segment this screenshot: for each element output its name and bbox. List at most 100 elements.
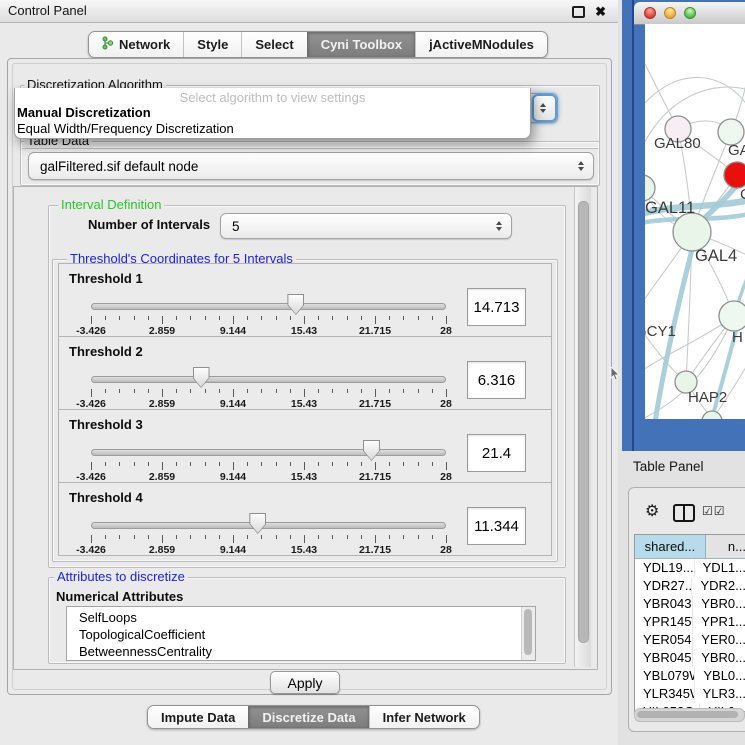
attributes-scrollbar-thumb[interactable] [524, 609, 532, 655]
tab-network[interactable]: Network [89, 32, 183, 57]
control-panel: Control Panel ✖ NetworkStyleSelectCyni T… [0, 0, 618, 745]
tick-mark [105, 462, 106, 466]
tick-mark [361, 316, 362, 320]
popup-item-manual-discretization[interactable]: Manual Discretization [15, 105, 530, 121]
vertical-scrollbar-thumb[interactable] [578, 201, 589, 643]
network-canvas[interactable]: GAL80GACGAL11GAL4GCY1HHAP2 [645, 24, 745, 419]
tick-mark [205, 535, 206, 539]
float-window-icon[interactable] [572, 6, 585, 18]
tick-mark [105, 535, 106, 539]
checkboxes-icon[interactable]: ☑☑ [702, 504, 726, 518]
network-graph[interactable]: GAL80GACGAL11GAL4GCY1HHAP2 [645, 24, 745, 419]
table-horizontal-scrollbar[interactable] [634, 708, 745, 722]
threshold-value-field[interactable]: 14.713 [467, 288, 526, 326]
threshold-label: Threshold 3 [69, 417, 143, 432]
node-gal11[interactable] [645, 175, 655, 201]
table-row[interactable]: YBR043CYBR0... [635, 595, 745, 613]
threshold-value-field[interactable]: 11.344 [467, 507, 526, 545]
tab-impute-data[interactable]: Impute Data [148, 706, 248, 728]
tick-mark [247, 316, 248, 320]
tick-mark [105, 389, 106, 393]
threshold-slider-handle[interactable] [193, 367, 210, 388]
tick-mark [304, 535, 305, 543]
gear-icon[interactable]: ⚙ [645, 501, 659, 521]
threshold-box-2: Threshold 2 -3.4262.8599.14415.4321.7152… [58, 336, 552, 410]
tick-mark [290, 389, 291, 393]
node-h[interactable] [719, 301, 745, 331]
tick-mark [446, 316, 447, 324]
attribute-item-topologicalcoefficient[interactable]: TopologicalCoefficient [67, 626, 535, 643]
attribute-item-betweennesscentrality[interactable]: BetweennessCentrality [67, 643, 535, 660]
numerical-attributes-list[interactable]: SelfLoopsTopologicalCoefficientBetweenne… [66, 606, 536, 661]
bottom-tab-bar: Impute Data Discretize Data Infer Network [147, 705, 480, 729]
tick-mark [219, 535, 220, 539]
popup-item-equal-width-frequency[interactable]: Equal Width/Frequency Discretization [15, 121, 530, 137]
number-of-intervals-combo[interactable]: 5 [220, 213, 512, 239]
attributes-scrollbar[interactable] [521, 607, 535, 660]
vertical-scrollbar[interactable] [574, 187, 591, 667]
tick-mark [176, 535, 177, 539]
tab-label: Discretize Data [262, 710, 355, 725]
tick-mark [219, 389, 220, 393]
tick-mark [375, 535, 376, 543]
cell-name: YBR0... [693, 595, 745, 613]
network-icon [102, 36, 114, 53]
threshold-slider-handle[interactable] [249, 513, 266, 534]
tick-mark [304, 316, 305, 324]
threshold-box-1: Threshold 1 -3.4262.8599.14415.4321.7152… [58, 263, 552, 337]
threshold-slider-track[interactable] [91, 376, 446, 383]
table-row[interactable]: YPR145WYPR1... [635, 613, 745, 631]
threshold-value-field[interactable]: 6.316 [467, 361, 526, 399]
tick-mark [119, 389, 120, 393]
threshold-slider-handle[interactable] [287, 294, 304, 315]
tick-mark [134, 389, 135, 393]
tick-mark [176, 462, 177, 466]
node-label-gal4: GAL4 [695, 247, 737, 265]
node-red[interactable] [724, 162, 745, 188]
tick-label: 28 [440, 544, 452, 556]
zoom-traffic-light[interactable] [684, 7, 696, 19]
tab-select[interactable]: Select [241, 32, 306, 57]
close-traffic-light[interactable] [644, 7, 656, 19]
table-row[interactable]: YLR345WYLR3... [635, 685, 745, 703]
tab-style[interactable]: Style [183, 32, 241, 57]
cell-shared-name: YDL19... [635, 559, 695, 577]
tab-label: Infer Network [383, 710, 466, 725]
table-row[interactable]: YBL079WYBL0... [635, 667, 745, 685]
table-row[interactable]: YDR27...YDR2... [635, 577, 745, 595]
threshold-slider-track[interactable] [91, 522, 446, 529]
threshold-slider-handle[interactable] [363, 440, 380, 461]
tick-mark [318, 535, 319, 539]
tab-cyni-toolbox[interactable]: Cyni Toolbox [307, 32, 415, 57]
split-view-icon[interactable] [673, 504, 695, 522]
tick-mark [276, 462, 277, 466]
attribute-item-selfloops[interactable]: SelfLoops [67, 609, 535, 626]
table-row[interactable]: YBR045CYBR0... [635, 649, 745, 667]
table-hscrollbar-thumb[interactable] [637, 711, 738, 718]
tick-mark [190, 316, 191, 320]
node-gal4[interactable] [673, 213, 711, 251]
tick-mark [432, 535, 433, 539]
table-row[interactable]: YER054CYER0... [635, 631, 745, 649]
tab-jactivemnodules[interactable]: jActiveMNodules [415, 32, 547, 57]
node-label-ga: GA [728, 142, 745, 159]
algorithm-combo-stepper[interactable] [532, 94, 557, 122]
apply-button[interactable]: Apply [270, 671, 340, 694]
threshold-value-field[interactable]: 21.4 [467, 434, 526, 472]
threshold-slider-track[interactable] [91, 303, 446, 310]
tick-mark [233, 316, 234, 324]
column-header-shared-name[interactable]: shared... [635, 535, 706, 558]
tab-infer-network[interactable]: Infer Network [369, 706, 479, 728]
close-icon[interactable]: ✖ [595, 2, 606, 21]
minimize-traffic-light[interactable] [664, 7, 676, 19]
table-row[interactable]: YDL19...YDL1... [635, 559, 745, 577]
table-data-combo[interactable]: galFiltered.sif default node [28, 152, 594, 180]
cell-shared-name: YPR145W [635, 613, 693, 631]
column-header-name[interactable]: n... [706, 535, 745, 558]
tab-discretize-data[interactable]: Discretize Data [248, 706, 368, 728]
threshold-slider-track[interactable] [91, 449, 446, 456]
tick-mark [318, 462, 319, 466]
node-partial[interactable] [702, 411, 722, 419]
cell-name: YBL0... [695, 667, 745, 685]
cell-shared-name: YBR045C [635, 649, 693, 667]
